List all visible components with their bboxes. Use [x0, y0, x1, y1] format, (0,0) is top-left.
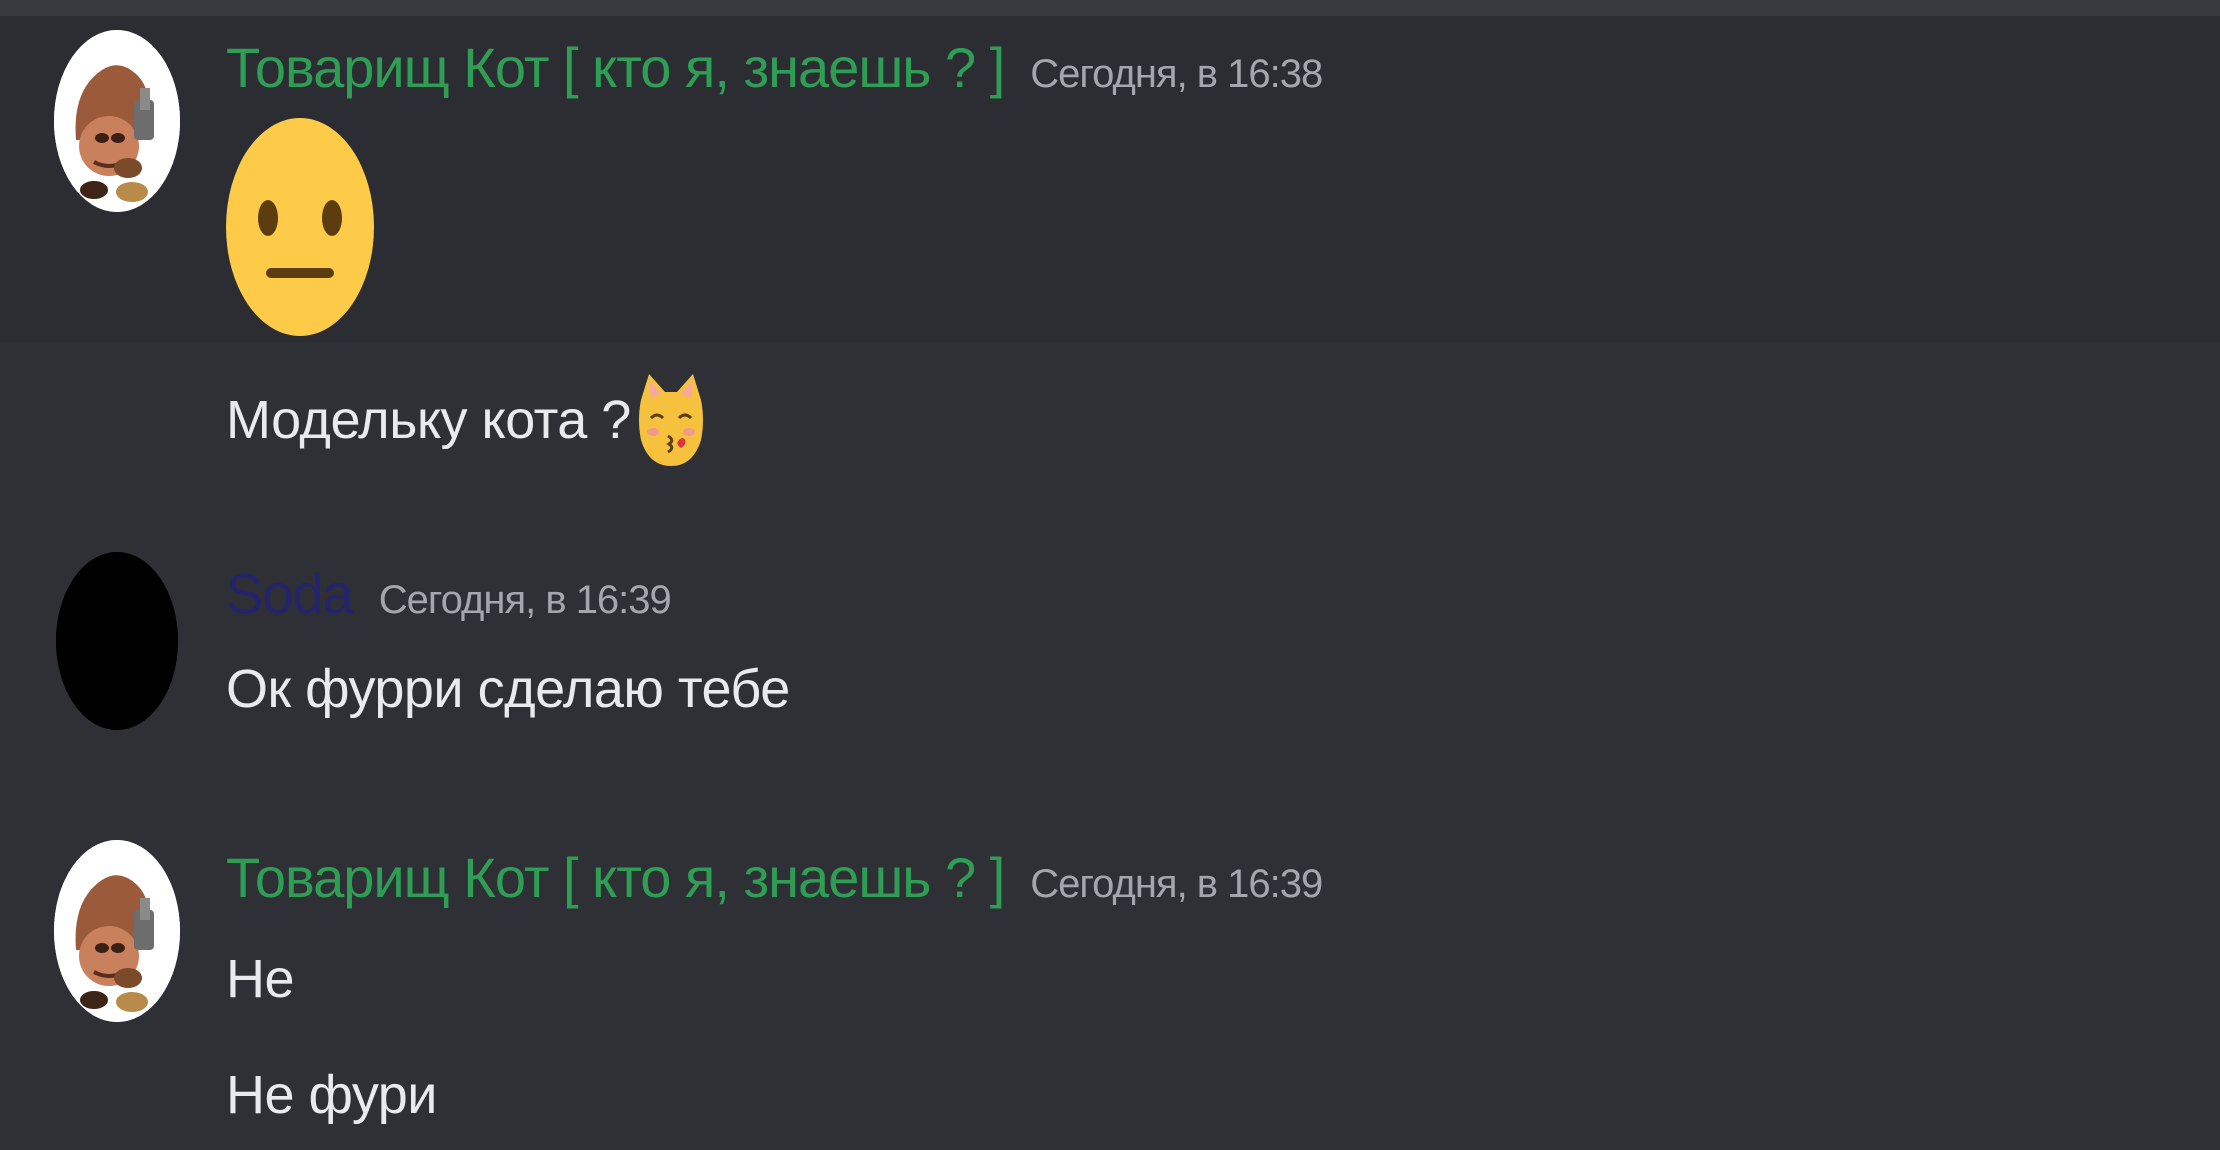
kissing-cat-emoji-icon [635, 370, 707, 470]
black-circle-avatar-icon [56, 552, 178, 730]
username[interactable]: Soda [226, 566, 354, 622]
message-content: Ок фурри сделаю тебе [226, 662, 790, 716]
username[interactable]: Товарищ Кот [ кто я, знаешь ? ] [226, 850, 1005, 906]
goomba-avatar-icon [54, 30, 180, 212]
chat-message-list: Товарищ Кот [ кто я, знаешь ? ] Сегодня,… [0, 0, 2220, 1150]
message-timestamp: Сегодня, в 16:38 [1030, 52, 1323, 96]
user-avatar[interactable] [54, 840, 180, 1022]
message-text: Модельку кота ? [226, 390, 631, 450]
message-header: Товарищ Кот [ кто я, знаешь ? ] Сегодня,… [226, 40, 1323, 96]
message-header: Soda Сегодня, в 16:39 [226, 566, 672, 622]
message-content: Не фури [226, 1068, 437, 1122]
message-content: Модельку кота ? [226, 370, 707, 470]
user-avatar[interactable] [54, 30, 180, 212]
message-timestamp: Сегодня, в 16:39 [378, 578, 672, 622]
username[interactable]: Товарищ Кот [ кто я, знаешь ? ] [226, 40, 1005, 96]
message-text: Ок фурри сделаю тебе [226, 659, 790, 719]
top-divider [0, 0, 2220, 16]
goomba-avatar-icon [54, 840, 180, 1022]
message-content: Не [226, 949, 295, 1009]
message-text: Не фури [226, 1065, 437, 1125]
message-header: Товарищ Кот [ кто я, знаешь ? ] Сегодня,… [226, 850, 1323, 906]
user-avatar[interactable] [56, 552, 178, 730]
message-timestamp: Сегодня, в 16:39 [1030, 862, 1323, 906]
message-text: Не [226, 949, 295, 1009]
neutral-face-emoji-icon [226, 118, 374, 336]
